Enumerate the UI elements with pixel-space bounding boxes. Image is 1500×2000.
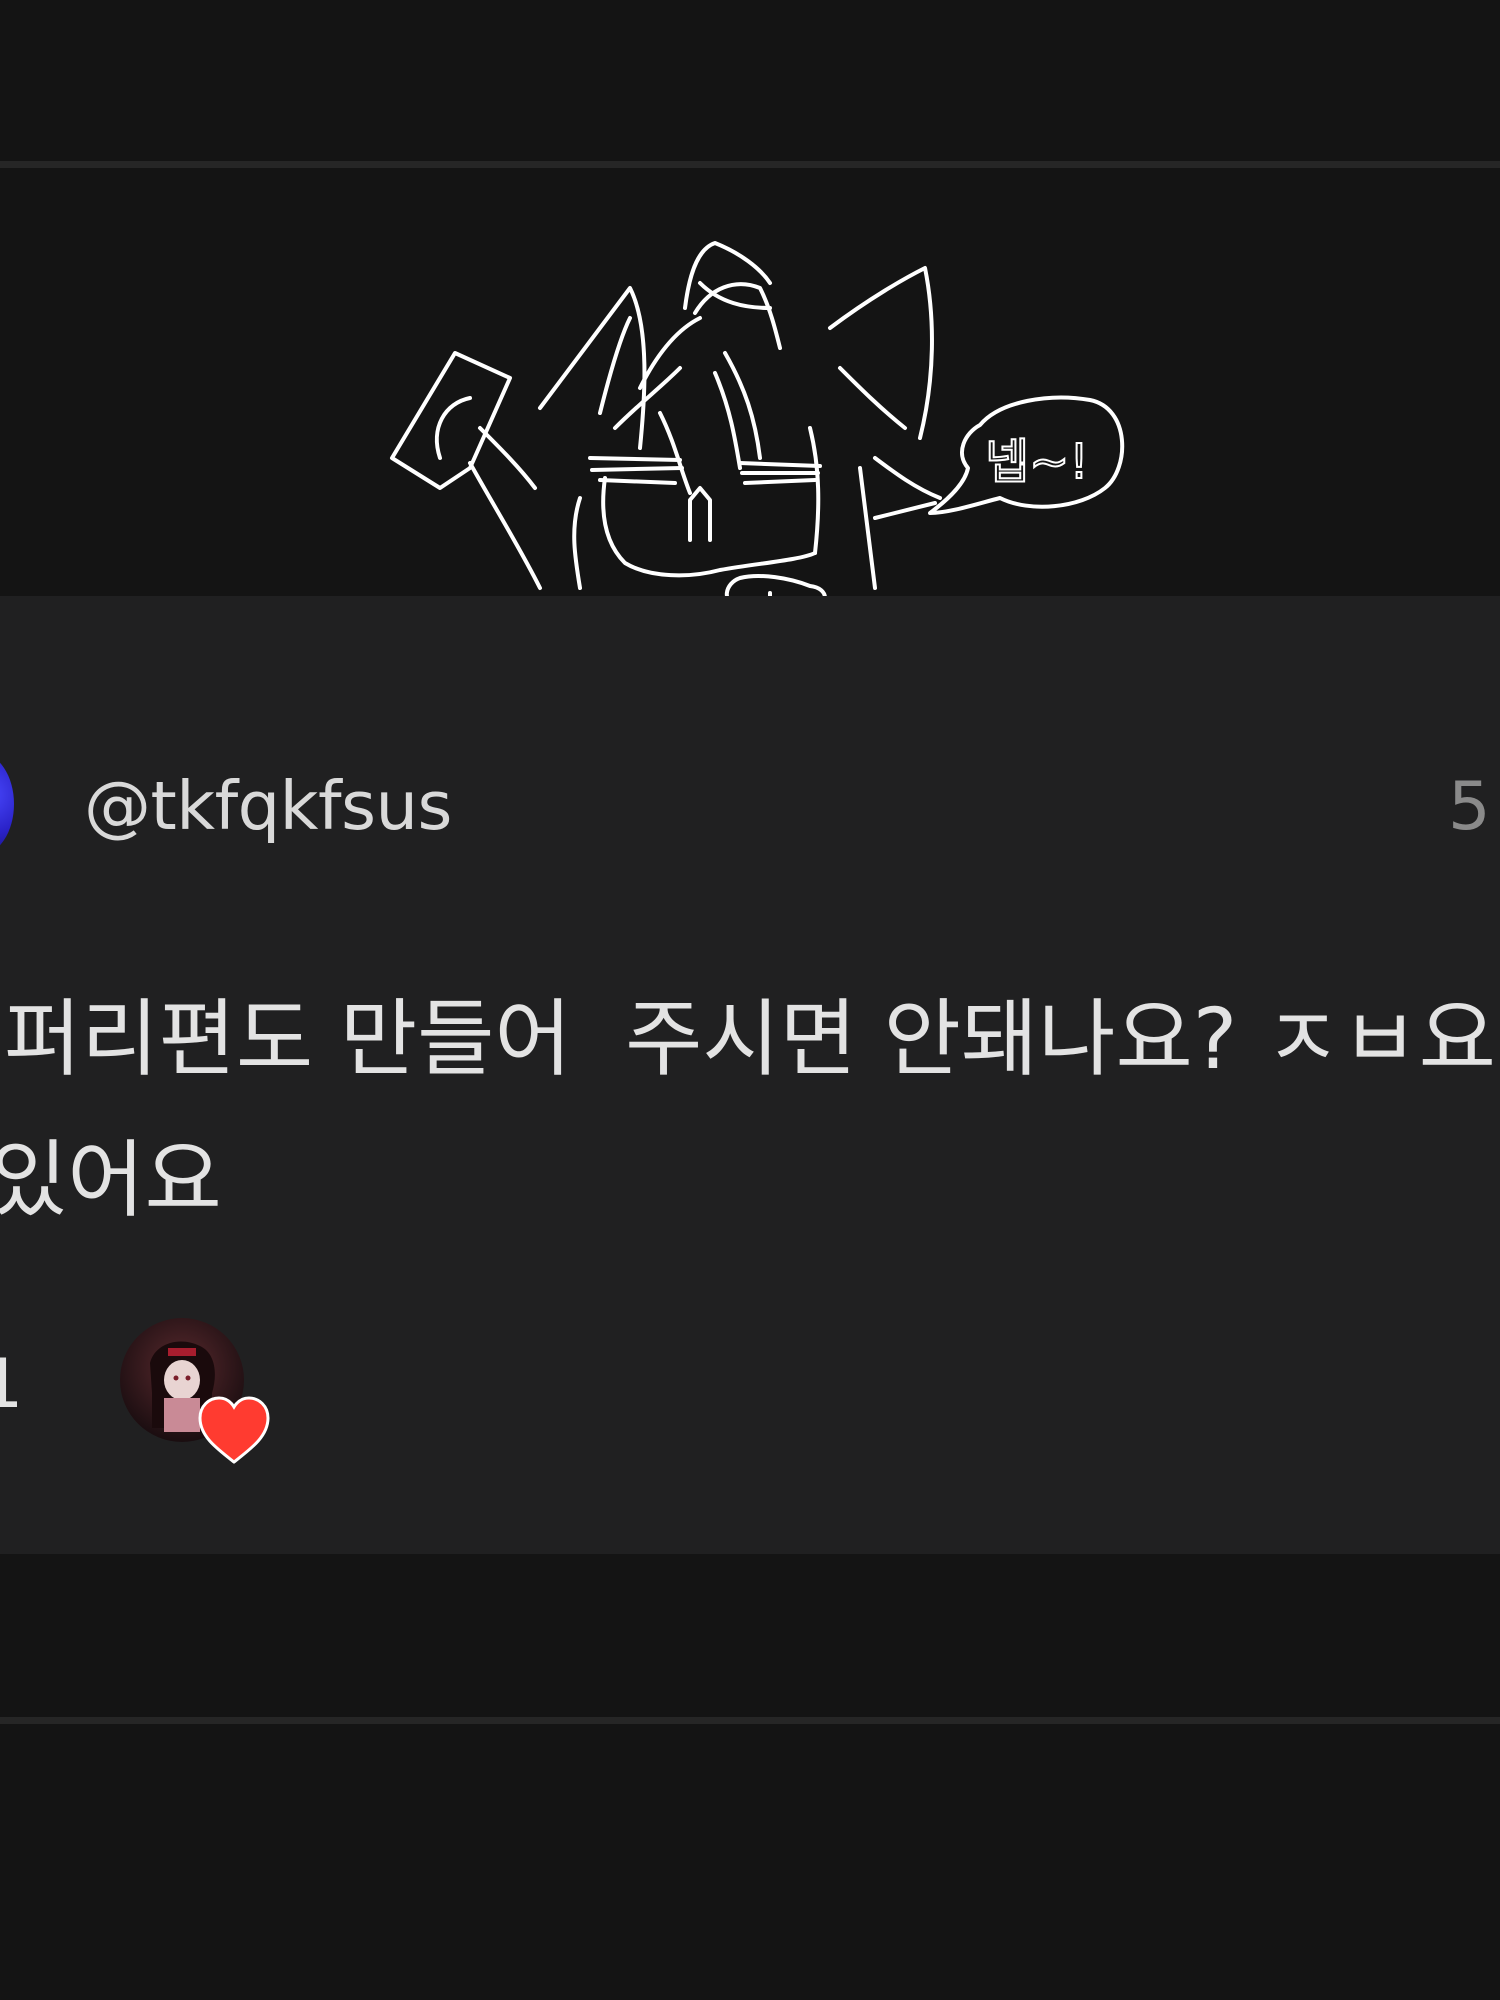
comment-username[interactable]: @tkfqkfsus [84, 766, 452, 846]
comment-screen: 넵~! @tkfqkfsus 5 퍼리편도 만들어 주시면 안돼나요? ㅈㅂ요 … [0, 0, 1500, 2000]
doodle-drawing: 넵~! [390, 241, 1125, 618]
comment-text-line-2: 있어요 [0, 1131, 222, 1229]
bottom-divider [0, 1717, 1500, 1724]
comment-text-line-1: 퍼리편도 만들어 주시면 안돼나요? ㅈㅂ요 [4, 990, 1496, 1088]
heart-icon [198, 1396, 270, 1464]
comment-timestamp: 5 [1448, 767, 1491, 845]
like-count: 1 [0, 1345, 24, 1424]
top-divider [0, 161, 1500, 168]
speech-bubble-text: 넵~! [985, 434, 1089, 490]
